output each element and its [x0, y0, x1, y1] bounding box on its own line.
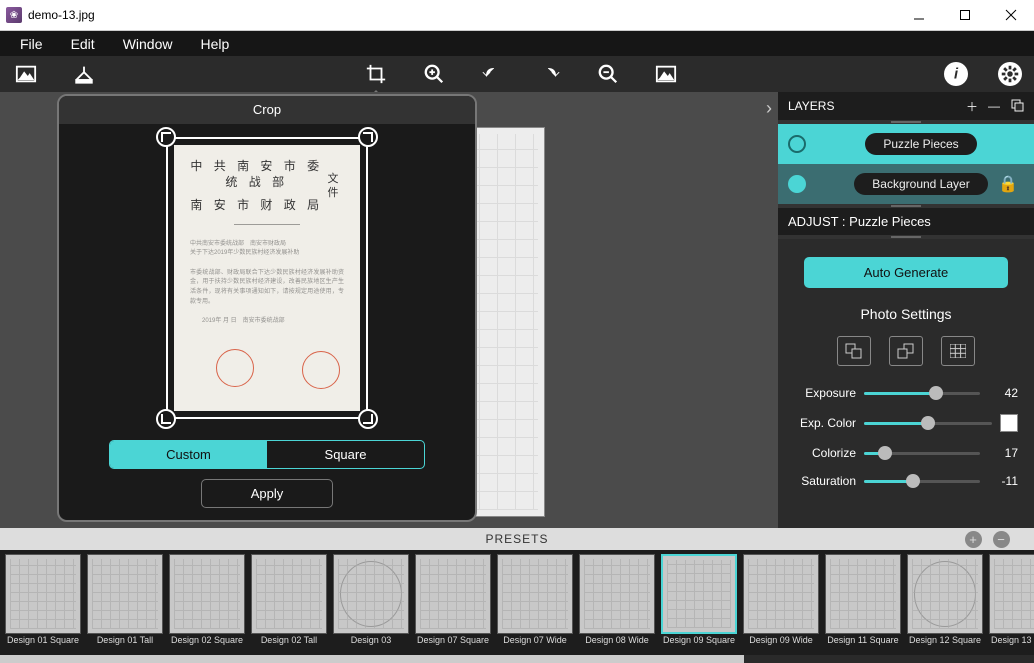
saturation-slider: Saturation -11: [794, 474, 1018, 488]
window-titlebar: demo-13.jpg: [0, 0, 1034, 31]
crop-handle-br[interactable]: [358, 409, 378, 429]
remove-layer-button[interactable]: —: [988, 99, 1000, 113]
preset-label: Design 09 Wide: [749, 636, 813, 646]
presets-scrollbar[interactable]: [0, 655, 1034, 663]
crop-handle-bl[interactable]: [156, 409, 176, 429]
exposure-slider: Exposure 42: [794, 386, 1018, 400]
layout-option-1[interactable]: [837, 336, 871, 366]
presets-strip[interactable]: Design 01 Square Design 01 Tall Design 02 …: [0, 550, 1034, 655]
photo-settings-title: Photo Settings: [794, 306, 1018, 322]
window-minimize-button[interactable]: [896, 0, 942, 31]
save-button[interactable]: [70, 60, 98, 88]
collapse-panel-button[interactable]: ›: [766, 98, 772, 119]
preset-item[interactable]: Design 09 Square: [660, 554, 738, 646]
preset-label: Design 09 Square: [663, 636, 735, 646]
window-close-button[interactable]: [988, 0, 1034, 31]
zoom-in-button[interactable]: [420, 60, 448, 88]
preset-item[interactable]: Design 03: [332, 554, 410, 646]
presets-panel: PRESETS + − Design 01 Square Design 01 Ta…: [0, 528, 1034, 663]
crop-tool-button[interactable]: [362, 60, 390, 88]
settings-button[interactable]: [998, 62, 1022, 86]
preset-item[interactable]: Design 11 Square: [824, 554, 902, 646]
preset-label: Design 02 Square: [171, 636, 243, 646]
crop-mode-segment: Custom Square: [109, 440, 425, 469]
colorize-slider: Colorize 17: [794, 446, 1018, 460]
undo-button[interactable]: [478, 60, 506, 88]
preset-label: Design 07 Wide: [503, 636, 567, 646]
lock-icon: 🔒: [998, 174, 1018, 194]
layer-name: Background Layer: [854, 173, 987, 195]
window-maximize-button[interactable]: [942, 0, 988, 31]
crop-mode-square[interactable]: Square: [267, 441, 424, 468]
app-icon: [6, 7, 22, 23]
preset-item[interactable]: Design 01 Tall: [86, 554, 164, 646]
crop-frame[interactable]: 中 共 南 安 市 委 统 战 部南 安 市 财 政 局文 件 ————————…: [166, 137, 368, 419]
crop-apply-button[interactable]: Apply: [201, 479, 334, 508]
canvas[interactable]: › Crop 中 共 南 安 市 委 统 战 部南 安 市 财 政 局文 件 —…: [0, 92, 778, 528]
preset-label: Design 01 Tall: [97, 636, 153, 646]
zoom-out-button[interactable]: [594, 60, 622, 88]
layer-name: Puzzle Pieces: [865, 133, 976, 155]
preset-label: Design 03: [351, 636, 392, 646]
crop-handle-tl[interactable]: [156, 127, 176, 147]
layer-visibility-toggle[interactable]: [788, 135, 806, 153]
preset-label: Design 07 Square: [417, 636, 489, 646]
crop-popup: Crop 中 共 南 安 市 委 统 战 部南 安 市 财 政 局文 件 ———…: [57, 94, 477, 522]
crop-mode-custom[interactable]: Custom: [110, 441, 267, 468]
right-panel: LAYERS ＋ — Puzzle Pieces Background Laye…: [778, 92, 1034, 528]
fit-window-button[interactable]: [652, 60, 680, 88]
auto-generate-button[interactable]: Auto Generate: [804, 257, 1008, 288]
menu-help[interactable]: Help: [186, 32, 243, 56]
preset-label: Design 13 Square: [991, 636, 1034, 646]
layer-row-puzzle-pieces[interactable]: Puzzle Pieces: [778, 124, 1034, 164]
preset-item[interactable]: Design 07 Square: [414, 554, 492, 646]
menu-file[interactable]: File: [6, 32, 57, 56]
redo-button[interactable]: [536, 60, 564, 88]
preset-item[interactable]: Design 12 Square: [906, 554, 984, 646]
layer-row-background[interactable]: Background Layer 🔒: [778, 164, 1034, 204]
preset-label: Design 12 Square: [909, 636, 981, 646]
menu-bar: File Edit Window Help: [0, 31, 1034, 56]
window-title: demo-13.jpg: [28, 8, 896, 22]
adjust-panel: Auto Generate Photo Settings Exposure 42…: [778, 239, 1034, 528]
preset-item[interactable]: Design 07 Wide: [496, 554, 574, 646]
exp-color-slider: Exp. Color: [794, 414, 1018, 432]
crop-popup-title: Crop: [59, 96, 475, 124]
adjust-header: ADJUST : Puzzle Pieces: [778, 208, 1034, 235]
duplicate-layer-button[interactable]: [1010, 98, 1024, 115]
preset-item[interactable]: Design 02 Tall: [250, 554, 328, 646]
exp-color-swatch[interactable]: [1000, 414, 1018, 432]
svg-text:i: i: [954, 67, 959, 83]
main-toolbar: i: [0, 56, 1034, 92]
add-layer-button[interactable]: ＋: [966, 98, 978, 115]
layers-header-label: LAYERS: [788, 99, 956, 113]
menu-window[interactable]: Window: [109, 32, 187, 56]
menu-edit[interactable]: Edit: [57, 32, 109, 56]
preset-item[interactable]: Design 02 Square: [168, 554, 246, 646]
crop-handle-tr[interactable]: [358, 127, 378, 147]
preset-item[interactable]: Design 09 Wide: [742, 554, 820, 646]
layout-option-2[interactable]: [889, 336, 923, 366]
presets-header: PRESETS + −: [0, 528, 1034, 550]
info-button[interactable]: i: [944, 62, 968, 86]
layer-visibility-toggle[interactable]: [788, 175, 806, 193]
preset-label: Design 02 Tall: [261, 636, 317, 646]
layout-option-grid[interactable]: [941, 336, 975, 366]
open-image-button[interactable]: [12, 60, 40, 88]
preset-add-button[interactable]: +: [965, 531, 982, 548]
preset-label: Design 08 Wide: [585, 636, 649, 646]
layers-panel-header: LAYERS ＋ —: [778, 92, 1034, 120]
main-area: › Crop 中 共 南 安 市 委 统 战 部南 安 市 财 政 局文 件 —…: [0, 92, 1034, 528]
preset-label: Design 11 Square: [827, 636, 898, 646]
preset-remove-button[interactable]: −: [993, 531, 1010, 548]
preset-item[interactable]: Design 01 Square: [4, 554, 82, 646]
preset-item[interactable]: Design 13 Square: [988, 554, 1034, 646]
preset-item[interactable]: Design 08 Wide: [578, 554, 656, 646]
preset-label: Design 01 Square: [7, 636, 79, 646]
